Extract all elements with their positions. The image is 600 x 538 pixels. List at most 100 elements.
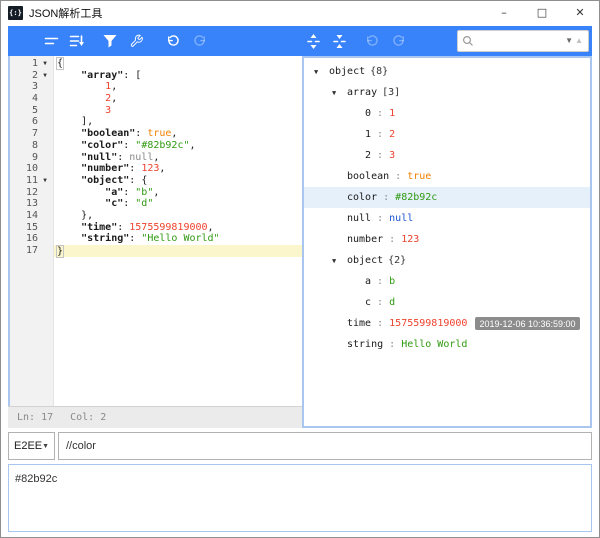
code-line[interactable]: 1, bbox=[54, 81, 302, 93]
line-number: 9 bbox=[10, 152, 38, 164]
tree-redo-button[interactable] bbox=[386, 29, 410, 53]
tree-row[interactable]: 0 : 1 bbox=[304, 103, 590, 124]
sort-json-button[interactable] bbox=[65, 29, 89, 53]
code-token: "number" bbox=[81, 163, 129, 174]
collapse-node-icon[interactable]: ▼ bbox=[314, 68, 329, 76]
main-toolbar: ▼ ▲ bbox=[8, 26, 592, 56]
tree-colon: : bbox=[383, 339, 401, 350]
code-line[interactable]: 3 bbox=[54, 105, 302, 117]
tree-row[interactable]: number : 123 bbox=[304, 229, 590, 250]
code-line[interactable]: "array": [ bbox=[54, 70, 302, 82]
undo-button[interactable] bbox=[161, 29, 185, 53]
format-json-button[interactable] bbox=[13, 29, 37, 53]
code-line[interactable]: ], bbox=[54, 116, 302, 128]
line-number: 16 bbox=[10, 233, 38, 245]
tree-undo-button[interactable] bbox=[360, 29, 384, 53]
collapse-node-icon[interactable]: ▼ bbox=[332, 257, 347, 265]
expand-all-button[interactable] bbox=[301, 29, 325, 53]
redo-button[interactable] bbox=[187, 29, 211, 53]
fold-toggle-icon[interactable]: ▼ bbox=[38, 70, 52, 82]
line-number: 11 bbox=[10, 175, 38, 187]
code-line[interactable]: "string": "Hello World" bbox=[54, 233, 302, 245]
json-tree-view[interactable]: ▼object{8}▼array[3]0 : 11 : 22 : 3boolea… bbox=[302, 56, 592, 428]
json-code-editor[interactable]: 1▼2▼34567891011▼121314151617 { "array": … bbox=[8, 56, 302, 406]
code-line[interactable]: "boolean": true, bbox=[54, 128, 302, 140]
query-path-input[interactable] bbox=[58, 432, 592, 460]
code-token: "null" bbox=[81, 152, 117, 163]
tree-row[interactable]: ▼object{2} bbox=[304, 250, 590, 271]
code-token: : bbox=[129, 163, 141, 174]
search-box: ▼ ▲ bbox=[457, 30, 589, 52]
tree-row[interactable]: 1 : 2 bbox=[304, 124, 590, 145]
code-line[interactable]: "number": 123, bbox=[54, 163, 302, 175]
query-bar: E2EE ▼ bbox=[8, 432, 592, 460]
tree-colon: : bbox=[371, 150, 389, 161]
tree-toolbar-group: ▼ ▲ bbox=[295, 29, 592, 53]
code-token: "a" bbox=[105, 187, 123, 198]
code-line[interactable]: "color": "#82b92c", bbox=[54, 140, 302, 152]
code-token: 3 bbox=[105, 105, 111, 116]
tree-row[interactable]: color : #82b92c bbox=[304, 187, 590, 208]
tree-row[interactable]: ▼array[3] bbox=[304, 82, 590, 103]
code-token: , bbox=[111, 81, 117, 92]
code-line[interactable]: "a": "b", bbox=[54, 187, 302, 199]
query-mode-select[interactable]: E2EE ▼ bbox=[8, 432, 55, 460]
tree-value: 123 bbox=[401, 234, 419, 245]
code-token: : bbox=[129, 175, 141, 186]
tree-row[interactable]: c : d bbox=[304, 292, 590, 313]
fold-toggle-icon[interactable]: ▼ bbox=[38, 175, 52, 187]
query-result-text: #82b92c bbox=[15, 473, 585, 485]
code-token: : bbox=[123, 70, 135, 81]
tree-value: b bbox=[389, 276, 395, 287]
line-number: 10 bbox=[10, 163, 38, 175]
code-line[interactable]: 2, bbox=[54, 93, 302, 105]
tree-row[interactable]: boolean : true bbox=[304, 166, 590, 187]
code-token: "Hello World" bbox=[141, 233, 219, 244]
code-token: ], bbox=[81, 116, 93, 127]
tree-row[interactable]: time : 15755998190002019-12-06 10:36:59:… bbox=[304, 313, 590, 334]
search-input[interactable] bbox=[474, 33, 564, 49]
search-next-icon[interactable]: ▼ bbox=[564, 37, 574, 45]
text-cursor bbox=[63, 245, 64, 255]
maximize-button[interactable]: □ bbox=[523, 1, 561, 24]
repair-json-button[interactable] bbox=[124, 29, 148, 53]
code-line[interactable]: "null": null, bbox=[54, 152, 302, 164]
code-token: "time" bbox=[81, 222, 117, 233]
fold-toggle-icon[interactable]: ▼ bbox=[38, 58, 52, 70]
tree-row[interactable]: null : null bbox=[304, 208, 590, 229]
code-line[interactable]: }, bbox=[54, 210, 302, 222]
code-line[interactable]: "object": { bbox=[54, 175, 302, 187]
code-token: null bbox=[129, 152, 153, 163]
close-button[interactable]: ✕ bbox=[561, 1, 599, 24]
tree-row[interactable]: a : b bbox=[304, 271, 590, 292]
compact-json-button[interactable] bbox=[39, 29, 63, 53]
undo-icon bbox=[166, 34, 181, 48]
code-line[interactable]: "time": 1575599819000, bbox=[54, 222, 302, 234]
tree-row[interactable]: ▼object{8} bbox=[304, 61, 590, 82]
fold-spacer bbox=[38, 222, 52, 234]
code-area[interactable]: { "array": [ 1, 2, 3 ], "boolean": true,… bbox=[54, 56, 302, 406]
code-editor-column: 1▼2▼34567891011▼121314151617 { "array": … bbox=[8, 56, 302, 428]
fold-spacer bbox=[38, 198, 52, 210]
code-token bbox=[57, 198, 105, 209]
code-line[interactable]: { bbox=[54, 58, 302, 70]
code-token bbox=[57, 81, 105, 92]
filter-json-button[interactable] bbox=[98, 29, 122, 53]
code-line[interactable]: "c": "d" bbox=[54, 198, 302, 210]
code-token: , bbox=[153, 187, 159, 198]
tree-row[interactable]: 2 : 3 bbox=[304, 145, 590, 166]
collapse-all-icon bbox=[332, 34, 347, 49]
query-result-box[interactable]: #82b92c bbox=[8, 464, 592, 532]
search-previous-icon[interactable]: ▲ bbox=[574, 37, 584, 45]
tree-child-count: {2} bbox=[388, 255, 406, 266]
line-number: 14 bbox=[10, 210, 38, 222]
collapse-node-icon[interactable]: ▼ bbox=[332, 89, 347, 97]
collapse-all-button[interactable] bbox=[327, 29, 351, 53]
minimize-button[interactable]: – bbox=[485, 1, 523, 24]
redo-icon bbox=[391, 34, 406, 48]
fold-spacer bbox=[38, 105, 52, 117]
tree-row[interactable]: string : Hello World bbox=[304, 334, 590, 355]
editor-toolbar-group bbox=[8, 29, 295, 53]
code-line[interactable]: } bbox=[54, 245, 302, 257]
code-token: "c" bbox=[105, 198, 123, 209]
